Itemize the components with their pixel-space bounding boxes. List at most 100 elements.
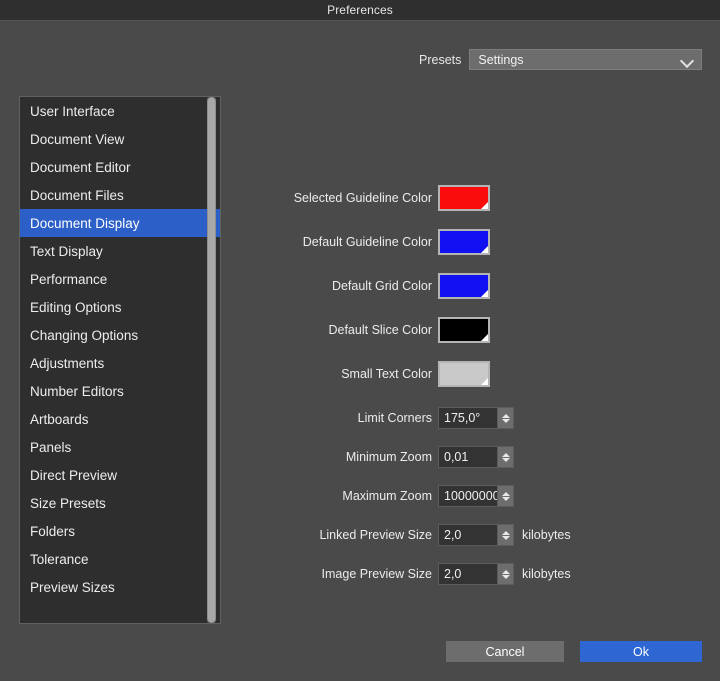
numeric-field-row: Maximum Zoom 10000000 [240,482,514,510]
sidebar-item-number-editors[interactable]: Number Editors [20,377,220,405]
stepper-down-icon[interactable] [501,418,510,423]
stepper-arrows-icon[interactable] [497,407,514,429]
unit-label: kilobytes [522,567,571,581]
sidebar-item-document-display[interactable]: Document Display [20,209,220,237]
preferences-dialog: Preferences Presets Settings User Interf… [0,0,720,681]
dialog-body: Presets Settings User Interface Document … [0,20,720,681]
stepper-up-icon[interactable] [501,569,510,574]
field-label: Default Slice Color [328,323,432,337]
field-label: Small Text Color [341,367,432,381]
sidebar-item-size-presets[interactable]: Size Presets [20,489,220,517]
cancel-button[interactable]: Cancel [446,641,564,662]
sidebar-item-adjustments[interactable]: Adjustments [20,349,220,377]
ok-button[interactable]: Ok [580,641,702,662]
stepper-arrows-icon[interactable] [497,446,514,468]
dialog-button-bar: Cancel Ok [0,641,720,681]
sidebar-item-changing-options[interactable]: Changing Options [20,321,220,349]
sidebar-item-document-files[interactable]: Document Files [20,181,220,209]
number-stepper[interactable]: 2,0 [438,563,514,585]
number-input[interactable]: 175,0° [438,407,497,429]
sidebar-item-label: Panels [30,439,72,455]
presets-row: Presets Settings [419,49,703,70]
color-field-row: Default Guideline Color [240,228,490,256]
stepper-up-icon[interactable] [501,452,510,457]
sidebar-item-document-editor[interactable]: Document Editor [20,153,220,181]
sidebar-item-label: Document Display [30,215,140,231]
color-swatch[interactable] [438,185,490,211]
title-bar: Preferences [0,0,720,20]
stepper-down-icon[interactable] [501,535,510,540]
presets-label: Presets [419,52,462,67]
sidebar-item-direct-preview[interactable]: Direct Preview [20,461,220,489]
sidebar-item-editing-options[interactable]: Editing Options [20,293,220,321]
number-stepper[interactable]: 0,01 [438,446,514,468]
sidebar-item-label: Folders [30,523,76,539]
sidebar-item-label: Document Editor [30,159,131,175]
field-label: Image Preview Size [321,567,432,581]
stepper-up-icon[interactable] [501,413,510,418]
field-label: Limit Corners [357,411,432,425]
field-label: Maximum Zoom [342,489,432,503]
numeric-field-row: Linked Preview Size 2,0 kilobytes [240,521,571,549]
sidebar-scrollbar[interactable] [207,97,216,623]
sidebar-item-label: Direct Preview [30,467,118,483]
stepper-down-icon[interactable] [501,574,510,579]
stepper-up-icon[interactable] [501,491,510,496]
numeric-field-row: Image Preview Size 2,0 kilobytes [240,560,571,588]
color-field-row: Default Slice Color [240,316,490,344]
sidebar-item-document-view[interactable]: Document View [20,125,220,153]
number-stepper[interactable]: 10000000 [438,485,514,507]
sidebar-item-label: Document Files [30,187,124,203]
color-field-row: Small Text Color [240,360,490,388]
numeric-field-row: Minimum Zoom 0,01 [240,443,514,471]
sidebar-scrollbar-thumb[interactable] [207,97,216,623]
sidebar-item-label: Size Presets [30,495,106,511]
sidebar-item-folders[interactable]: Folders [20,517,220,545]
color-swatch[interactable] [438,229,490,255]
field-label: Default Grid Color [331,279,432,293]
stepper-arrows-icon[interactable] [497,485,514,507]
number-stepper[interactable]: 175,0° [438,407,514,429]
field-label: Linked Preview Size [319,528,432,542]
sidebar-item-label: Tolerance [30,551,89,567]
stepper-arrows-icon[interactable] [497,524,514,546]
sidebar-item-label: Changing Options [30,327,139,343]
stepper-down-icon[interactable] [501,457,510,462]
number-input[interactable]: 2,0 [438,563,497,585]
sidebar-item-label: User Interface [30,103,115,119]
sidebar-item-label: Preview Sizes [30,579,115,595]
sidebar-item-label: Document View [30,131,125,147]
number-input[interactable]: 2,0 [438,524,497,546]
sidebar-item-label: Performance [30,271,108,287]
sidebar-item-preview-sizes[interactable]: Preview Sizes [20,573,220,601]
window-title: Preferences [327,3,393,17]
field-label: Default Guideline Color [302,235,432,249]
sidebar-item-text-display[interactable]: Text Display [20,237,220,265]
number-stepper[interactable]: 2,0 [438,524,514,546]
sidebar-item-label: Editing Options [30,299,122,315]
stepper-up-icon[interactable] [501,530,510,535]
sidebar-item-panels[interactable]: Panels [20,433,220,461]
sidebar-item-label: Artboards [30,411,89,427]
stepper-down-icon[interactable] [501,496,510,501]
stepper-arrows-icon[interactable] [497,563,514,585]
field-label: Selected Guideline Color [293,191,432,205]
sidebar-item-artboards[interactable]: Artboards [20,405,220,433]
number-input[interactable]: 0,01 [438,446,497,468]
color-field-row: Default Grid Color [240,272,490,300]
number-input[interactable]: 10000000 [438,485,500,507]
settings-panel: Selected Guideline Color Default Guidelin… [240,96,710,624]
presets-dropdown[interactable]: Settings [469,49,703,70]
color-swatch[interactable] [438,361,490,387]
sidebar-item-tolerance[interactable]: Tolerance [20,545,220,573]
unit-label: kilobytes [522,528,571,542]
numeric-field-row: Limit Corners 175,0° [240,404,514,432]
color-swatch[interactable] [438,273,490,299]
color-swatch[interactable] [438,317,490,343]
field-label: Minimum Zoom [345,450,432,464]
chevron-down-icon [681,56,694,64]
sidebar-item-user-interface[interactable]: User Interface [20,97,220,125]
sidebar-item-label: Number Editors [30,383,124,399]
preferences-category-list[interactable]: User Interface Document View Document Edit… [19,96,221,624]
sidebar-item-performance[interactable]: Performance [20,265,220,293]
